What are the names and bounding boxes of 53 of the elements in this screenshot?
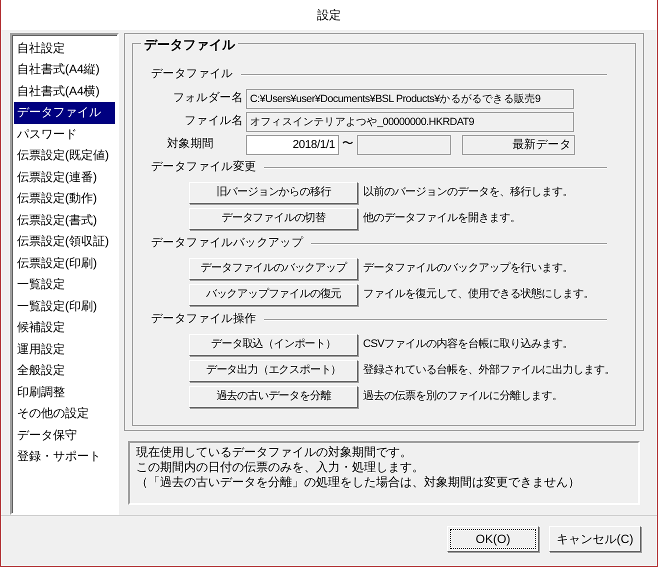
action-description: データファイルのバックアップを行います。 xyxy=(363,260,573,276)
action-button[interactable]: 旧バージョンからの移行 xyxy=(189,182,358,204)
tilde-separator: 〜 xyxy=(341,136,355,152)
help-text: （「過去の古いデータを分離」の処理をした場合は、対象期間は変更できません） xyxy=(136,474,581,490)
text-field[interactable]: 最新データ xyxy=(462,134,575,155)
sidebar-item[interactable]: 伝票設定(連番) xyxy=(14,166,115,188)
text-field[interactable]: オフィスインテリアよつや_00000000.HKRDAT9 xyxy=(246,112,574,132)
help-text: 現在使用しているデータファイルの対象期間です。 xyxy=(136,444,413,460)
field-label: フォルダー名 xyxy=(172,90,244,106)
help-text: この期間内の日付の伝票のみを、入力・処理します。 xyxy=(136,460,425,475)
field-label: ファイル名 xyxy=(183,114,244,129)
sidebar-item[interactable]: 自社設定 xyxy=(14,38,115,60)
action-description: 他のデータファイルを開きます。 xyxy=(363,211,520,226)
dialog-button[interactable]: OK(O) xyxy=(447,526,539,552)
action-button[interactable]: データファイルの切替 xyxy=(189,208,358,230)
action-description: 過去の伝票を別のファイルに分離します。 xyxy=(363,389,562,404)
section-heading: データファイル変更 xyxy=(151,159,256,175)
sidebar-item[interactable]: データ保守 xyxy=(14,424,115,446)
sidebar-item[interactable]: その他の設定 xyxy=(14,403,115,425)
sidebar-item[interactable]: 伝票設定(書式) xyxy=(14,210,115,232)
sidebar-item[interactable]: パスワード xyxy=(14,124,115,146)
sidebar-item[interactable]: 伝票設定(動作) xyxy=(14,188,115,210)
dialog-button[interactable]: キャンセル(C) xyxy=(549,526,641,552)
sidebar-item[interactable]: 一覧設定(印刷) xyxy=(14,296,115,318)
sidebar-item[interactable]: 印刷調整 xyxy=(14,382,115,404)
sidebar-item[interactable]: データファイル xyxy=(14,102,115,124)
sidebar-item[interactable]: 候補設定 xyxy=(14,317,115,339)
action-button[interactable]: 過去の古いデータを分離 xyxy=(189,386,358,408)
action-button[interactable]: データ出力（エクスポート） xyxy=(189,360,358,382)
sidebar-item[interactable]: 伝票設定(領収証) xyxy=(14,231,115,253)
text-field[interactable]: 2018/1/1 xyxy=(246,134,339,155)
sidebar-item[interactable]: 一覧設定 xyxy=(14,274,115,296)
action-description: CSVファイルの内容を台帳に取り込みます。 xyxy=(363,336,574,352)
field-label: 対象期間 xyxy=(166,136,215,152)
action-description: ファイルを復元して、使用できる状態にします。 xyxy=(363,287,594,302)
text-field[interactable]: C:¥Users¥user¥Documents¥BSL Products¥かるがるできる販売9 xyxy=(246,88,574,109)
sidebar-item[interactable]: 伝票設定(印刷) xyxy=(14,252,115,274)
section-heading: データファイル操作 xyxy=(151,312,256,327)
action-button[interactable]: データ取込（インポート） xyxy=(189,334,358,356)
sidebar-item[interactable]: 全般設定 xyxy=(14,360,115,382)
sidebar-item[interactable]: 自社書式(A4縦) xyxy=(14,59,115,81)
action-description: 登録されている台帳を、外部ファイルに出力します。 xyxy=(363,362,615,378)
section-heading: データファイル xyxy=(151,66,233,82)
text-field[interactable] xyxy=(357,134,451,155)
action-button[interactable]: バックアップファイルの復元 xyxy=(189,284,358,306)
window-title: 設定 xyxy=(317,6,341,24)
sidebar-item[interactable]: 運用設定 xyxy=(14,338,115,360)
sidebar-item[interactable]: 伝票設定(既定値) xyxy=(14,145,115,167)
section-heading: データファイルバックアップ xyxy=(151,235,304,251)
sidebar-item[interactable]: 登録・サポート xyxy=(14,446,115,468)
action-description: 以前のバージョンのデータを、移行します。 xyxy=(363,185,573,200)
sidebar-item[interactable]: 自社書式(A4横) xyxy=(14,80,115,102)
action-button[interactable]: データファイルのバックアップ xyxy=(189,258,358,280)
